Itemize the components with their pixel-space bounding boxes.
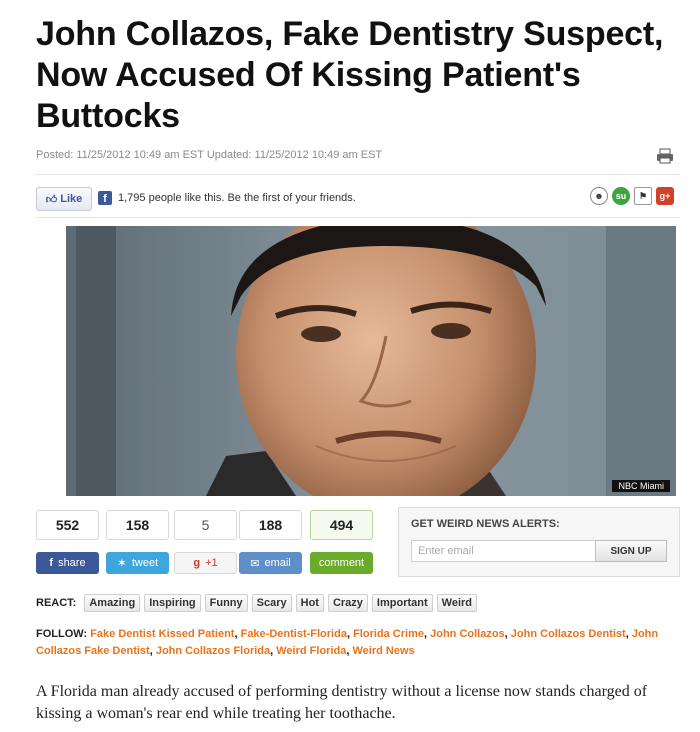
follow-label: FOLLOW:	[36, 628, 88, 640]
divider	[36, 174, 680, 175]
stumbleupon-icon[interactable]: su	[612, 187, 630, 205]
like-count-text: 1,795 people like this. Be the first of …	[118, 192, 356, 204]
google-plus-count: 5	[174, 510, 237, 540]
tag-link[interactable]: John Collazos	[430, 628, 505, 640]
email-share-button[interactable]: ✉ email	[239, 552, 302, 574]
article-photo: NBC Miami	[66, 226, 676, 496]
post-timestamp: Posted: 11/25/2012 10:49 am EST Updated:…	[36, 149, 383, 161]
flag-icon[interactable]: ⚑	[634, 187, 652, 205]
tag-link[interactable]: John Collazos Florida	[156, 645, 270, 657]
google-plus-one-button[interactable]: g +1	[174, 552, 237, 574]
facebook-like-count: f 1,795 people like this. Be the first o…	[98, 191, 356, 205]
tweet-button[interactable]: ✶ tweet	[106, 552, 169, 574]
print-icon[interactable]	[656, 148, 674, 164]
react-label: REACT:	[36, 597, 77, 609]
react-hot-button[interactable]: Hot	[295, 594, 324, 612]
email-label: email	[264, 557, 291, 569]
comment-count: 494	[310, 510, 373, 540]
react-funny-button[interactable]: Funny	[204, 594, 248, 612]
sign-up-button[interactable]: SIGN UP	[595, 540, 667, 562]
react-inspiring-button[interactable]: Inspiring	[144, 594, 201, 612]
react-crazy-button[interactable]: Crazy	[327, 594, 368, 612]
twitter-bird-icon: ✶	[116, 556, 127, 570]
tag-link[interactable]: Weird News	[352, 645, 414, 657]
email-input[interactable]: Enter email	[411, 540, 597, 562]
weird-news-alerts-box: GET WEIRD NEWS ALERTS: Enter email SIGN …	[398, 507, 680, 577]
thumbs-up-icon: 👍︎	[45, 193, 58, 206]
social-icon-group: ☻ su ⚑ g+	[590, 187, 674, 205]
tag-link[interactable]: John Collazos Dentist	[511, 628, 626, 640]
follow-tags: FOLLOW: Fake Dentist Kissed Patient, Fak…	[36, 628, 659, 657]
like-label: Like	[60, 193, 83, 205]
react-important-button[interactable]: Important	[371, 594, 433, 612]
facebook-icon: f	[98, 191, 112, 205]
tag-link[interactable]: Weird Florida	[276, 645, 346, 657]
share-label: share	[58, 557, 86, 569]
envelope-icon: ✉	[250, 557, 260, 570]
plus-one-label: +1	[205, 557, 218, 569]
facebook-share-button[interactable]: f share	[36, 552, 99, 574]
google-icon: g	[193, 557, 201, 569]
facebook-share-count: 552	[36, 510, 99, 540]
email-count: 188	[239, 510, 302, 540]
google-plus-icon[interactable]: g+	[656, 187, 674, 205]
article-lede: A Florida man already accused of perform…	[36, 683, 648, 722]
comment-label: comment	[318, 557, 365, 569]
mugshot-image	[66, 226, 676, 496]
facebook-icon: f	[49, 557, 54, 569]
tweet-label: tweet	[131, 557, 159, 569]
react-amazing-button[interactable]: Amazing	[84, 594, 141, 612]
react-bar: REACT: Amazing Inspiring Funny Scary Hot…	[36, 594, 478, 612]
react-scary-button[interactable]: Scary	[251, 594, 292, 612]
tag-link[interactable]: Fake Dentist Kissed Patient	[90, 628, 234, 640]
tweet-count: 158	[106, 510, 169, 540]
facebook-like-button[interactable]: 👍︎ Like	[36, 187, 92, 211]
react-weird-button[interactable]: Weird	[436, 594, 478, 612]
article-headline: John Collazos, Fake Dentistry Suspect, N…	[36, 15, 664, 135]
reddit-icon[interactable]: ☻	[590, 187, 608, 205]
divider	[36, 217, 680, 218]
photo-credit: NBC Miami	[612, 480, 670, 492]
comment-button[interactable]: comment	[310, 552, 373, 574]
tag-link[interactable]: Florida Crime	[353, 628, 424, 640]
alerts-title: GET WEIRD NEWS ALERTS:	[411, 518, 560, 530]
tag-link[interactable]: Fake-Dentist-Florida	[241, 628, 347, 640]
